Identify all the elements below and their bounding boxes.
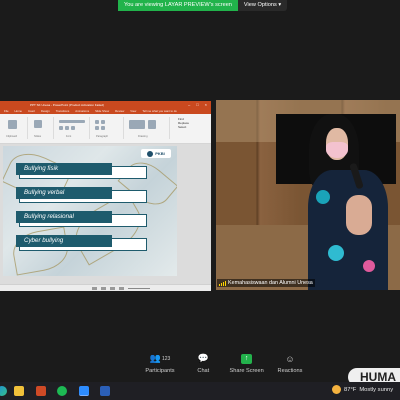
participants-count: 123 [161,355,171,362]
ribbon-group-paragraph: Paragraph [92,117,124,139]
view-options-button[interactable]: View Options ▾ [237,0,288,11]
align-left-icon[interactable] [95,126,99,130]
audio-level-icon [219,280,226,286]
shared-powerpoint-window: PPT SK Unesa - PowerPoint (Product Activ… [0,101,211,291]
font-name-box[interactable] [59,120,85,123]
ribbon-label-slides: Slides [34,135,42,138]
maximize-icon[interactable]: □ [196,102,198,107]
ribbon-label-drawing: Drawing [138,135,148,138]
ribbon-group-slides: Slides [30,117,54,139]
share-screen-icon: ↑ [241,353,253,364]
new-slide-icon[interactable] [34,120,42,128]
share-banner: You are viewing LAYAR PREVIEW's screen V… [118,0,288,11]
ribbon-label-font: Font [66,135,72,138]
comments-icon[interactable] [101,286,106,290]
italic-icon[interactable] [65,126,69,130]
participant-name: Kemahasiswaan dan Alumni Unesa [228,280,313,286]
ribbon-group-editing: Find Replace Select [178,117,189,129]
align-center-icon[interactable] [101,126,105,130]
share-screen-label: Share Screen [229,368,264,374]
share-screen-button[interactable]: ↑ Share Screen [227,352,267,380]
meeting-toolbar: 👥 123 Participants 💬 Chat ↑ Share Screen … [140,352,310,380]
slide-list-item: Bullying relasional [16,211,147,227]
zoom-icon[interactable] [79,386,89,396]
zoom-meeting-window: You are viewing LAYAR PREVIEW's screen V… [0,0,400,400]
notes-icon[interactable] [92,286,97,290]
ppt-editing-area: PKBI Bullying fisik Bullying verbal Bull… [0,144,211,285]
ppt-status-bar [0,284,211,291]
weather-widget[interactable]: 87°F Mostly sunny [332,385,393,394]
underline-icon[interactable] [71,126,75,130]
slide-list-item: Cyber bullying [16,235,147,251]
reactions-label: Reactions [277,368,303,374]
numbering-icon[interactable] [101,120,105,124]
ppt-titlebar: PPT SK Unesa - PowerPoint (Product Activ… [0,101,211,108]
ppt-window-title: PPT SK Unesa - PowerPoint (Product Activ… [30,102,104,107]
paste-icon[interactable] [8,120,17,129]
ribbon-label-clipboard: Clipboard [6,135,18,138]
normal-view-icon[interactable] [110,286,115,290]
slide-list-item: Bullying fisik [16,163,147,179]
zoom-slider[interactable] [128,287,150,289]
file-explorer-icon[interactable] [14,386,24,396]
temperature: 87°F [344,386,357,393]
slide-item-label: Cyber bullying [16,235,112,247]
ribbon-group-clipboard: Clipboard [2,117,28,139]
slide-leaf-decoration [9,226,72,276]
ribbon-group-drawing: Drawing [126,117,170,139]
spotify-icon[interactable] [57,386,67,396]
slide-logo: PKBI [141,149,171,158]
chevron-down-icon: ▾ [278,2,282,8]
windows-taskbar: 87°F Mostly sunny [0,382,400,400]
arrange-icon[interactable] [148,120,156,129]
chat-button[interactable]: 💬 Chat [183,352,223,380]
participants-button[interactable]: 👥 123 Participants [140,352,180,380]
current-slide[interactable]: PKBI Bullying fisik Bullying verbal Bull… [3,146,177,276]
weather-condition: Mostly sunny [359,386,394,393]
select-button[interactable]: Select [178,125,189,129]
slide-list-item: Bullying verbal [16,187,147,203]
bold-icon[interactable] [59,126,63,130]
ppt-ribbon: Clipboard Slides Font Paragraph Drawing … [0,114,211,144]
participants-label: Participants [145,368,175,374]
minimize-icon[interactable]: – [188,102,190,107]
viewing-screen-message: You are viewing LAYAR PREVIEW's screen [118,0,238,11]
ribbon-group-font: Font [56,117,90,139]
participants-icon: 👥 [149,353,161,363]
bullets-icon[interactable] [95,120,99,124]
word-icon[interactable] [100,386,110,396]
slide-item-label: Bullying verbal [16,187,112,199]
shapes-gallery[interactable] [129,120,145,129]
logo-text: PKBI [155,151,165,156]
close-icon[interactable]: × [205,102,207,107]
chat-label: Chat [197,368,210,374]
speaker-mask [326,142,348,158]
powerpoint-icon[interactable] [36,386,46,396]
speaker-video-tile[interactable]: Kemahasiswaan dan Alumni Unesa [216,100,400,290]
view-options-label: View Options [243,2,277,8]
logo-mark [147,150,154,157]
chat-icon: 💬 [197,353,209,363]
slide-item-label: Bullying fisik [16,163,112,175]
shirt-pattern [363,260,375,272]
slide-item-label: Bullying relasional [16,211,112,223]
edge-icon[interactable] [0,386,7,396]
ribbon-label-paragraph: Paragraph [96,135,109,138]
shirt-pattern [328,245,344,261]
reactions-icon: ☺ [285,353,295,364]
participant-name-label: Kemahasiswaan dan Alumni Unesa [217,279,315,287]
speaker-arm [346,195,372,235]
slide-sorter-icon[interactable] [119,286,124,290]
sun-icon [332,385,341,394]
reactions-button[interactable]: ☺ Reactions [270,352,310,380]
shirt-pattern [316,190,330,204]
